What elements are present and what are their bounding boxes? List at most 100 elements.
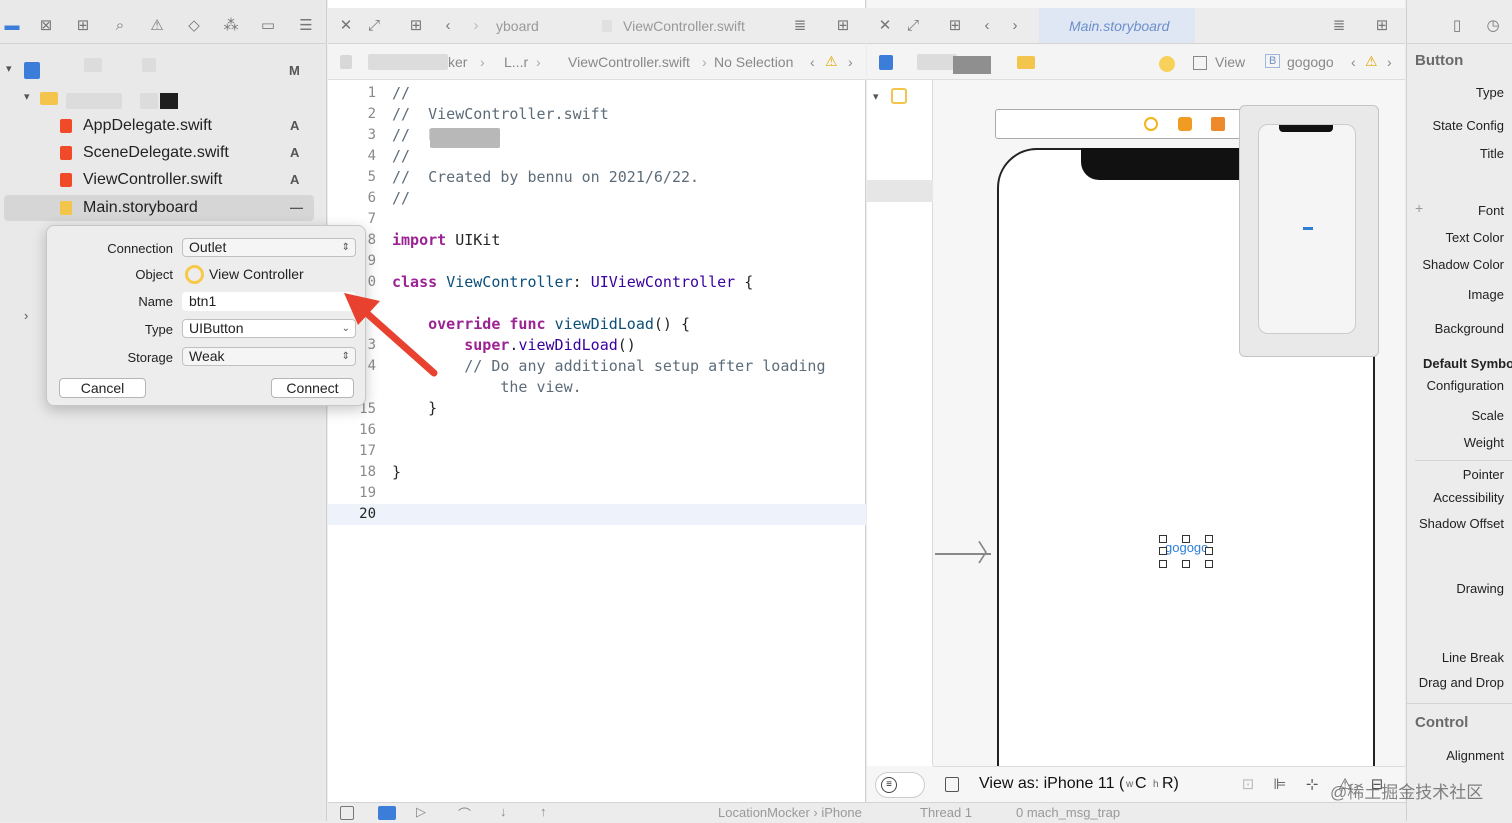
tab-storyboard[interactable]: yboard [496,18,539,34]
add-constraints-icon[interactable]: ⊹ [1302,775,1322,795]
resize-handle[interactable] [1182,535,1190,543]
annotation-arrow [344,293,438,377]
update-frames-icon[interactable]: ⊡ [1238,775,1258,795]
align-icon[interactable]: ⊫ [1270,775,1290,795]
resize-handle[interactable] [1159,560,1167,568]
resize-handle[interactable] [1159,547,1167,555]
disclosure-down-icon[interactable]: ▾ [873,90,879,103]
tab-viewcontroller[interactable]: ViewController.swift [623,18,745,34]
document-outline[interactable]: ▾ [867,80,933,766]
file-row-main-storyboard[interactable]: Main.storyboard — [4,195,314,221]
expand-icon[interactable]: ⤢ [903,16,923,36]
disclosure-down-icon[interactable]: ▾ [6,62,12,75]
code-line[interactable]: } [392,399,437,417]
minimap-button [1303,227,1313,230]
first-responder-icon[interactable] [1178,117,1192,131]
debug-frame[interactable]: 0 mach_msg_trap [1016,805,1120,820]
file-row-scenedelegate[interactable]: SceneDelegate.swift A [0,140,314,166]
view-as-label[interactable]: View as: iPhone 11 ( [979,775,1124,793]
forward-icon[interactable]: › [466,16,486,36]
chevron-right-icon: › [536,54,541,70]
test-diamond-icon[interactable]: ◇ [184,16,204,36]
exit-icon[interactable] [1211,117,1225,131]
step-over-icon[interactable]: ⌒ [458,804,471,823]
continue-icon[interactable]: ▷ [416,804,426,820]
back-icon[interactable]: ‹ [810,54,815,70]
back-icon[interactable]: ‹ [438,16,458,36]
jump-bar-item[interactable]: ViewController.swift [568,54,690,70]
grid-icon[interactable]: ⊞ [945,16,965,36]
editor-options-icon[interactable]: ≣ [790,16,810,36]
resize-handle[interactable] [1205,560,1213,568]
code-line[interactable]: // [392,147,410,165]
file-row-appdelegate[interactable]: AppDelegate.swift A [0,113,314,139]
disclosure-right-icon[interactable]: › [24,308,28,323]
back-icon[interactable]: ‹ [1351,54,1356,70]
file-row-viewcontroller[interactable]: ViewController.swift A [0,167,314,193]
related-items-icon[interactable] [340,55,352,69]
jump-bar-item[interactable]: gogogo [1287,54,1334,70]
warning-icon[interactable]: ⚠ [825,53,838,70]
folder-icon[interactable]: ▬ [2,16,22,36]
code-line[interactable]: // Created by bennu on 2021/6/22. [392,168,699,186]
breakpoint-icon[interactable]: ▭ [258,16,278,36]
connection-select[interactable]: Outlet ⇕ [182,238,356,257]
code-line[interactable]: // [392,189,410,207]
jump-bar-item[interactable]: ker [448,54,467,70]
step-into-icon[interactable]: ↓ [500,804,507,819]
outlet-connection-popover[interactable]: Connection Outlet ⇕ Object View Controll… [46,225,366,406]
search-icon[interactable]: ⌕ [110,16,130,36]
canvas-minimap[interactable] [1239,105,1379,357]
code-line[interactable]: // Do any additional setup after loading [392,357,825,375]
forward-icon[interactable]: › [1005,16,1025,36]
minimap-device [1258,124,1356,334]
add-editor-icon[interactable]: ⊞ [1372,16,1392,36]
connection-label: Connection [107,241,173,256]
source-control-icon[interactable]: ⊠ [36,16,56,36]
disclosure-down-icon[interactable]: ▾ [24,90,30,103]
close-icon[interactable]: ✕ [875,16,895,36]
report-icon[interactable]: ☰ [296,16,316,36]
console-toggle-icon[interactable] [340,806,354,820]
resize-handle[interactable] [1205,535,1213,543]
history-inspector-icon[interactable]: ◷ [1483,16,1503,36]
breakpoints-toggle-icon[interactable] [378,806,396,820]
cancel-button[interactable]: Cancel [59,378,146,398]
line-number: 6 [367,190,376,206]
jump-bar-item[interactable]: View [1215,54,1245,70]
forward-icon[interactable]: › [1387,54,1392,70]
back-icon[interactable]: ‹ [977,16,997,36]
forward-icon[interactable]: › [848,54,853,70]
file-inspector-icon[interactable]: ▯ [1447,16,1467,36]
grid-icon[interactable]: ⊞ [406,16,426,36]
sidebar-toggle-icon[interactable] [945,777,959,792]
debug-spray-icon[interactable]: ⁂ [221,16,241,36]
issue-warning-icon[interactable]: ⚠ [147,16,167,36]
add-variation-icon[interactable]: + [1415,200,1423,216]
tab-main-storyboard[interactable]: Main.storyboard [1039,8,1195,43]
code-line-import[interactable]: import UIKit [392,231,500,249]
storyboard-canvas[interactable]: ✕ ⤢ ⊞ ‹ › Main.storyboard ≣ ⊞ View B gog… [867,0,1405,821]
symbol-navigator-icon[interactable]: ⊞ [73,16,93,36]
resize-handle[interactable] [1205,547,1213,555]
warning-icon[interactable]: ⚠ [1365,53,1378,70]
jump-bar-item[interactable]: No Selection [714,54,793,70]
view-controller-icon [185,265,204,284]
code-line[interactable]: // ViewController.swift [392,105,609,123]
scene-dock[interactable] [995,109,1245,139]
close-icon[interactable]: ✕ [336,16,356,36]
debug-target[interactable]: LocationMocker › iPhone [718,805,862,820]
resize-handle[interactable] [1182,560,1190,568]
debug-thread[interactable]: Thread 1 [920,805,972,820]
code-line[interactable]: // [392,84,410,102]
filter-field[interactable]: ≡ [875,772,925,798]
editor-options-icon[interactable]: ≣ [1329,16,1349,36]
expand-icon[interactable]: ⤢ [364,16,384,36]
view-controller-icon[interactable] [1144,117,1158,131]
gogogo-button[interactable]: gogogo [1159,535,1213,568]
step-out-icon[interactable]: ↑ [540,804,547,819]
jump-bar-item[interactable]: L...r [504,54,528,70]
resize-handle[interactable] [1159,535,1167,543]
code-line[interactable]: } [392,463,401,481]
add-editor-icon[interactable]: ⊞ [833,16,853,36]
